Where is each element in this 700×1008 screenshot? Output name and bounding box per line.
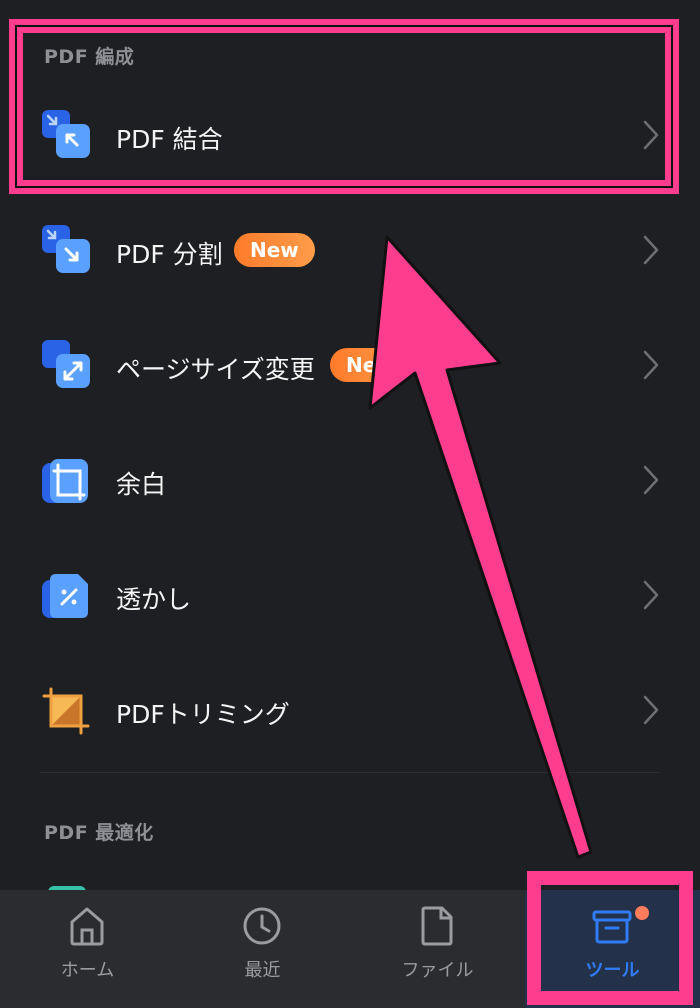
tool-row-trim[interactable]: PDFトリミング xyxy=(0,655,700,765)
toolbox-icon xyxy=(592,910,632,944)
new-badge: New xyxy=(330,348,411,382)
bottom-nav: ホーム 最近 ファイル ツール xyxy=(0,890,700,1008)
tool-row-margin[interactable]: 余白 xyxy=(0,425,700,535)
crop-margin-icon xyxy=(42,459,88,503)
notification-dot xyxy=(635,906,649,920)
tool-row-resize[interactable]: ページサイズ変更 New xyxy=(0,310,700,420)
nav-tools[interactable]: ツール xyxy=(525,890,700,1008)
tool-label-merge: PDF 結合 xyxy=(116,125,223,154)
resize-icon xyxy=(42,340,90,388)
nav-label-recent: 最近 xyxy=(244,960,281,981)
tool-row-watermark[interactable]: 透かし xyxy=(0,540,700,650)
chevron-right-icon xyxy=(643,120,659,150)
tool-label-trim: PDFトリミング xyxy=(116,700,290,729)
watermark-icon xyxy=(42,574,88,618)
nav-home[interactable]: ホーム xyxy=(0,890,175,1008)
tool-label-resize: ページサイズ変更 xyxy=(116,355,315,384)
tool-row-merge[interactable]: PDF 結合 xyxy=(0,80,700,190)
nav-label-files: ファイル xyxy=(401,960,474,981)
section-title-optimize: PDF 最適化 xyxy=(44,822,154,844)
section-title-organize: PDF 編成 xyxy=(44,46,135,68)
chevron-right-icon xyxy=(643,695,659,725)
chevron-right-icon xyxy=(643,580,659,610)
trim-icon xyxy=(42,687,90,735)
tool-label-split: PDF 分割 xyxy=(116,240,223,269)
file-icon xyxy=(421,906,453,946)
section-divider xyxy=(40,772,660,773)
nav-files[interactable]: ファイル xyxy=(350,890,525,1008)
chevron-right-icon xyxy=(643,350,659,380)
merge-icon xyxy=(42,110,90,158)
nav-label-tools: ツール xyxy=(585,960,640,981)
chevron-right-icon xyxy=(643,465,659,495)
tool-label-watermark: 透かし xyxy=(116,585,192,614)
chevron-right-icon xyxy=(643,235,659,265)
clock-icon xyxy=(243,907,281,945)
tool-label-margin: 余白 xyxy=(116,470,167,499)
nav-label-home: ホーム xyxy=(60,960,115,981)
nav-recent[interactable]: 最近 xyxy=(175,890,350,1008)
home-icon xyxy=(70,907,104,946)
split-icon xyxy=(42,225,90,273)
tool-row-split[interactable]: PDF 分割 New xyxy=(0,195,700,305)
new-badge: New xyxy=(234,233,315,267)
